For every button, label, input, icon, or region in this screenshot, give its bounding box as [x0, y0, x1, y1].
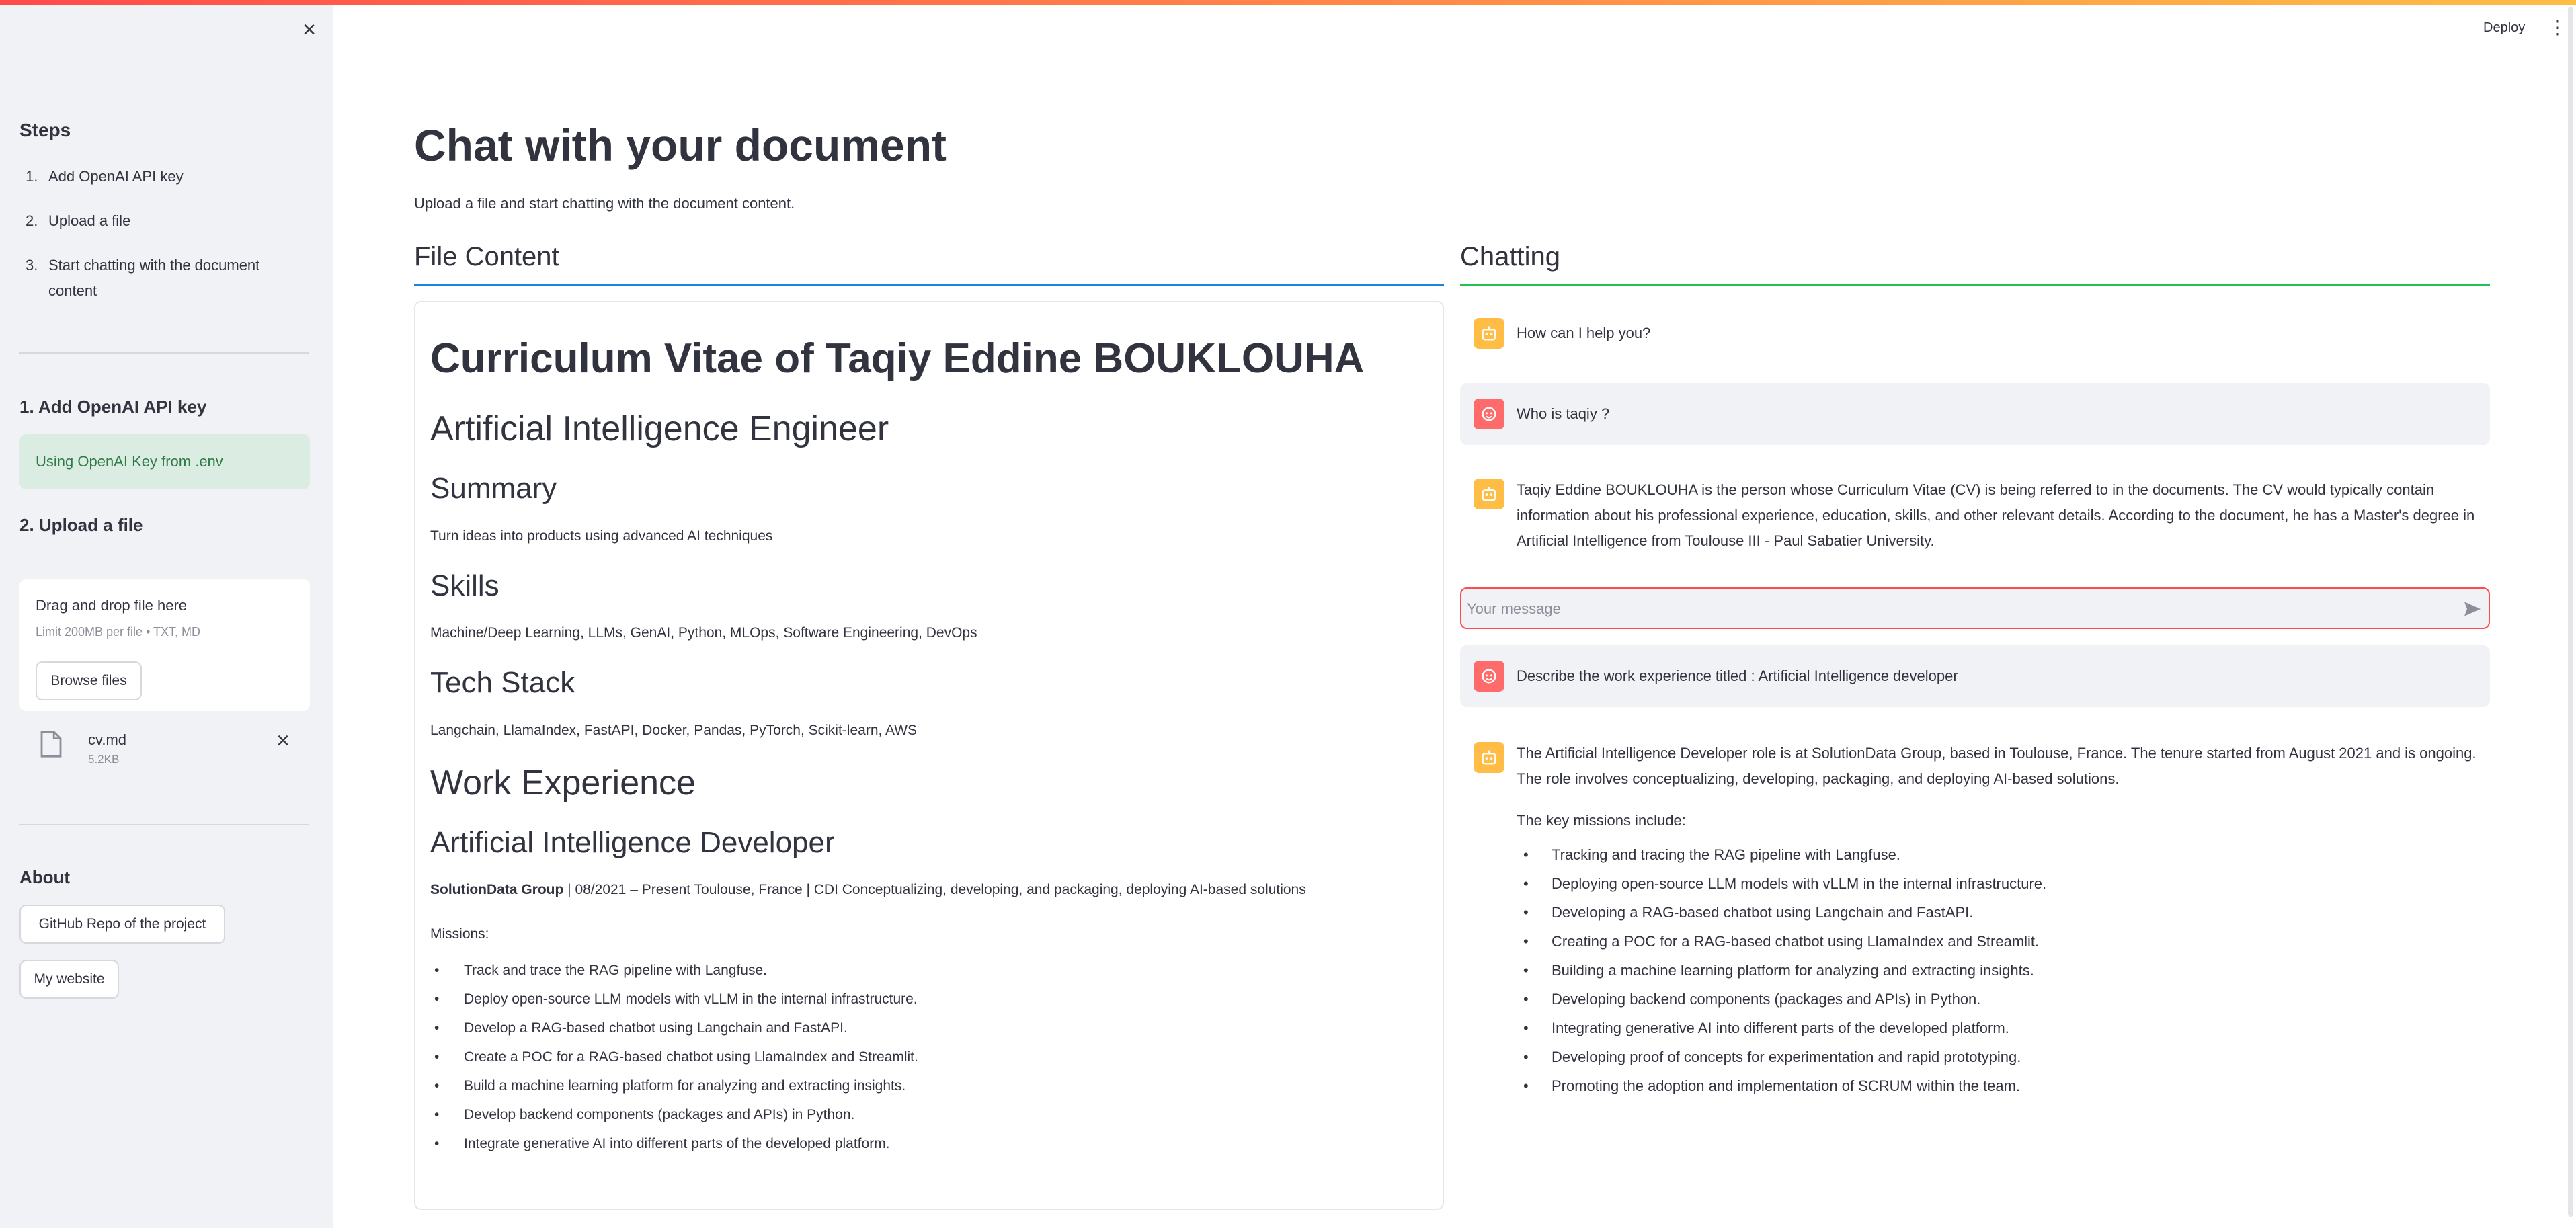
remove-file-icon[interactable]: × [270, 727, 296, 754]
chat-message-input[interactable] [1467, 594, 2448, 624]
step-number: 2. [26, 212, 38, 229]
chat-message-assistant: The Artificial Intelligence Developer ro… [1460, 739, 2490, 1116]
list-item: Build a machine learning platform for an… [430, 1071, 1428, 1100]
page-scrollbar[interactable] [2568, 7, 2573, 1217]
step-number: 3. [26, 257, 38, 274]
chat-message-text: Describe the work experience titled : Ar… [1517, 667, 1958, 684]
chat-paragraph: The key missions include: [1517, 812, 1686, 829]
section-api-key-title: 1. Add OpenAI API key [19, 397, 207, 417]
step-label: Add OpenAI API key [48, 168, 184, 185]
tech-stack-text: Langchain, LlamaIndex, FastAPI, Docker, … [430, 722, 918, 738]
missions-label: Missions: [430, 926, 489, 942]
success-message: Using OpenAI Key from .env [36, 453, 223, 470]
steps-list: 1. Add OpenAI API key 2. Upload a file 3. S… [26, 164, 294, 323]
list-item: Creating a POC for a RAG-based chatbot u… [1517, 927, 2490, 956]
document-role-heading: Artificial Intelligence Engineer [430, 409, 889, 449]
list-item: Deploy open-source LLM models with vLLM … [430, 985, 1428, 1014]
chat-message-text: Who is taqiy ? [1517, 405, 1610, 422]
section-upload-title: 2. Upload a file [19, 515, 143, 535]
list-item: Tracking and tracing the RAG pipeline wi… [1517, 840, 2490, 869]
chatting-divider [1460, 284, 2490, 286]
list-item: Develop a RAG-based chatbot using Langch… [430, 1014, 1428, 1042]
list-item: Integrating generative AI into different… [1517, 1014, 2490, 1042]
document-title: Curriculum Vitae of Taqiy Eddine BOUKLOU… [430, 335, 1365, 382]
send-icon[interactable] [2462, 598, 2483, 620]
list-item: Developing a RAG-based chatbot using Lan… [1517, 898, 2490, 927]
bot-avatar-icon [1474, 479, 1504, 509]
uploaded-file-size: 5.2KB [88, 753, 120, 766]
job-details-text: | 08/2021 – Present Toulouse, France | C… [563, 882, 1306, 898]
missions-list: Track and trace the RAG pipeline with La… [430, 956, 1428, 1158]
step-item: 2. Upload a file [26, 208, 294, 234]
skills-text: Machine/Deep Learning, LLMs, GenAI, Pyth… [430, 625, 977, 641]
list-item: Developing backend components (packages … [1517, 985, 2490, 1014]
user-avatar-icon [1474, 661, 1504, 692]
about-title: About [19, 867, 71, 887]
file-content-divider [414, 284, 1444, 286]
tech-stack-heading: Tech Stack [430, 666, 575, 700]
page-title: Chat with your document [414, 120, 947, 170]
chat-message-text: The Artificial Intelligence Developer ro… [1517, 741, 2490, 1100]
dropzone-text: Drag and drop file here [36, 597, 188, 614]
file-uploader-dropzone[interactable]: Drag and drop file here Limit 200MB per … [19, 579, 310, 711]
list-item: Integrate generative AI into different p… [430, 1129, 1428, 1158]
chat-message-text: Taqiy Eddine BOUKLOUHA is the person who… [1517, 481, 2475, 549]
vertical-dots-icon[interactable]: ⋮ [2548, 17, 2567, 38]
chatting-header: Chatting [1460, 242, 1560, 272]
uploaded-file-row: cv.md 5.2KB × [19, 719, 310, 773]
file-icon [40, 731, 62, 758]
chat-message-assistant: How can I help you? [1460, 308, 2490, 359]
list-item: Develop backend components (packages and… [430, 1100, 1428, 1129]
sidebar-divider [19, 824, 309, 825]
bot-avatar-icon [1474, 318, 1504, 349]
chat-message-text: How can I help you? [1517, 325, 1651, 341]
sidebar: × Steps 1. Add OpenAI API key 2. Upload a … [0, 0, 333, 1228]
api-key-success-alert: Using OpenAI Key from .env [19, 434, 310, 489]
page-subtitle: Upload a file and start chatting with th… [414, 195, 795, 212]
chat-input-container [1460, 587, 2490, 629]
github-repo-button[interactable]: GitHub Repo of the project [19, 905, 225, 944]
chat-bullet-list: Tracking and tracing the RAG pipeline wi… [1517, 840, 2490, 1100]
job-title-heading: Artificial Intelligence Developer [430, 825, 835, 859]
list-item: Track and trace the RAG pipeline with La… [430, 956, 1428, 985]
my-website-button[interactable]: My website [19, 960, 119, 999]
sidebar-divider [19, 352, 309, 354]
close-sidebar-icon[interactable]: × [300, 18, 319, 41]
browse-files-button[interactable]: Browse files [36, 661, 142, 700]
chat-message-user: Who is taqiy ? [1460, 383, 2490, 445]
step-item: 1. Add OpenAI API key [26, 164, 294, 190]
step-label: Start chatting with the document content [48, 257, 260, 299]
file-content-container[interactable]: Curriculum Vitae of Taqiy Eddine BOUKLOU… [414, 301, 1444, 1210]
list-item: Developing proof of concepts for experim… [1517, 1042, 2490, 1071]
list-item: Create a POC for a RAG-based chatbot usi… [430, 1042, 1428, 1071]
summary-text: Turn ideas into products using advanced … [430, 528, 773, 544]
user-avatar-icon [1474, 399, 1504, 429]
uploaded-file-name: cv.md [88, 731, 127, 748]
work-experience-heading: Work Experience [430, 763, 696, 803]
job-details: SolutionData Group | 08/2021 – Present T… [430, 879, 1428, 901]
step-item: 3. Start chatting with the document conte… [26, 253, 281, 304]
list-item: Promoting the adoption and implementatio… [1517, 1071, 2490, 1100]
list-item: Building a machine learning platform for… [1517, 956, 2490, 985]
file-content-header: File Content [414, 242, 559, 272]
steps-title: Steps [19, 120, 71, 140]
chat-paragraph: The Artificial Intelligence Developer ro… [1517, 745, 2477, 787]
chat-message-user: Describe the work experience titled : Ar… [1460, 645, 2490, 707]
step-number: 1. [26, 168, 38, 185]
dropzone-limit-text: Limit 200MB per file • TXT, MD [36, 625, 201, 639]
list-item: Deploying open-source LLM models with vL… [1517, 869, 2490, 898]
top-decoration-bar [0, 0, 2576, 5]
bot-avatar-icon [1474, 742, 1504, 773]
job-company: SolutionData Group [430, 882, 564, 898]
chat-message-assistant: Taqiy Eddine BOUKLOUHA is the person who… [1460, 470, 2490, 565]
skills-heading: Skills [430, 569, 499, 602]
step-label: Upload a file [48, 212, 131, 229]
deploy-button[interactable]: Deploy [2483, 20, 2525, 36]
summary-heading: Summary [430, 472, 557, 505]
